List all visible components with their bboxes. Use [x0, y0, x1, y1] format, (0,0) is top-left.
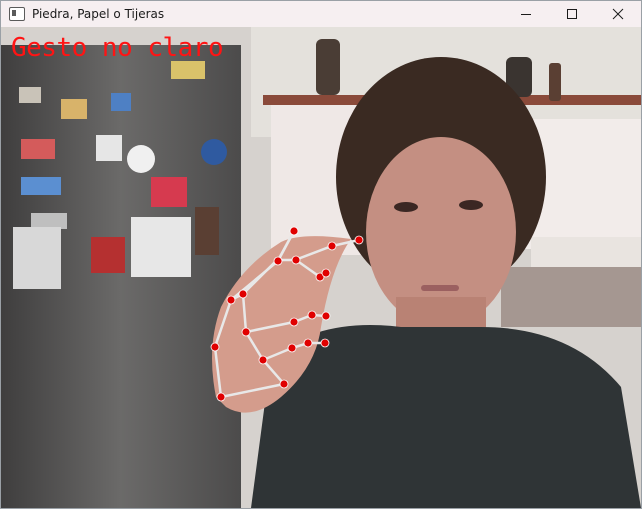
- maximize-button[interactable]: [549, 1, 595, 27]
- maximize-icon: [567, 9, 577, 19]
- window-controls: [503, 1, 641, 27]
- hand-landmark-point: [321, 311, 331, 321]
- camera-frame-image: [1, 27, 641, 508]
- app-window-icon: [9, 7, 25, 21]
- minimize-button[interactable]: [503, 1, 549, 27]
- hand-landmark-point: [241, 327, 251, 337]
- hand-landmark-point: [210, 342, 220, 352]
- hand-landmark-point: [238, 289, 248, 299]
- hand-landmark-point: [226, 295, 236, 305]
- hand-landmark-point: [279, 379, 289, 389]
- close-button[interactable]: [595, 1, 641, 27]
- minimize-icon: [521, 14, 531, 15]
- camera-feed: Gesto no claro: [1, 27, 641, 508]
- hand-landmark-point: [327, 241, 337, 251]
- close-icon: [612, 8, 624, 20]
- hand-landmark-point: [321, 268, 331, 278]
- window-title: Piedra, Papel o Tijeras: [32, 7, 165, 21]
- hand-landmark-point: [354, 235, 364, 245]
- hand-landmark-point: [289, 317, 299, 327]
- hand-landmark-point: [320, 338, 330, 348]
- hand-landmark-point: [216, 392, 226, 402]
- hand-landmark-point: [303, 338, 313, 348]
- hand-landmark-point: [289, 226, 299, 236]
- hand-landmark-point: [291, 255, 301, 265]
- hand-landmark-point: [273, 256, 283, 266]
- hand-landmark-point: [258, 355, 268, 365]
- hand-landmark-point: [307, 310, 317, 320]
- title-bar[interactable]: Piedra, Papel o Tijeras: [1, 1, 641, 27]
- hand-landmark-point: [287, 343, 297, 353]
- gesture-status-text: Gesto no claro: [11, 33, 224, 63]
- app-window: Piedra, Papel o Tijeras Gesto no claro: [0, 0, 642, 509]
